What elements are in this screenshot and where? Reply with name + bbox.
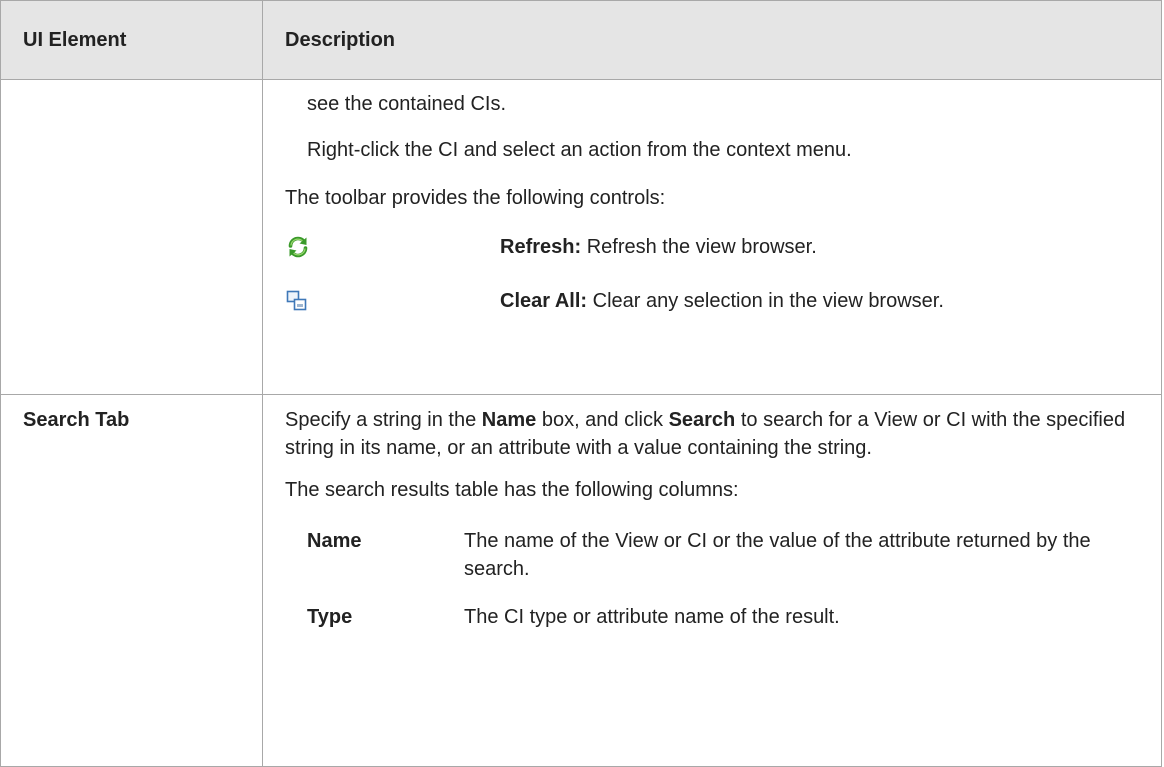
table-row: Search Tab Specify a string in the Name … xyxy=(0,394,1162,767)
clear-all-label: Clear All: xyxy=(500,290,588,312)
clear-all-description: Clear All: Clear any selection in the vi… xyxy=(500,287,944,315)
toolbar-intro: The toolbar provides the following contr… xyxy=(285,187,666,209)
clear-all-text: Clear any selection in the view browser. xyxy=(587,290,944,312)
refresh-text: Refresh the view browser. xyxy=(581,236,817,258)
refresh-description: Refresh: Refresh the view browser. xyxy=(500,233,817,261)
row2-element-cell: Search Tab xyxy=(0,394,263,767)
column-type-description: The CI type or attribute name of the res… xyxy=(464,606,840,628)
toolbar-control-clear-all: Clear All: Clear any selection in the vi… xyxy=(285,287,1161,315)
toolbar-control-refresh: Refresh: Refresh the view browser. xyxy=(285,233,1161,261)
row1-line2: Right-click the CI and select an action … xyxy=(307,139,852,161)
header-description: Description xyxy=(262,0,1162,80)
column-name-description: The name of the View or CI or the value … xyxy=(464,530,1091,580)
table-row: see the contained CIs. Right-click the C… xyxy=(0,79,1162,395)
clear-all-icon xyxy=(285,290,500,312)
desc-text: box, and click xyxy=(536,409,669,431)
name-box-label: Name xyxy=(481,409,537,431)
row1-description-cell: see the contained CIs. Right-click the C… xyxy=(262,79,1162,395)
refresh-icon xyxy=(285,235,500,259)
columns-intro: The search results table has the followi… xyxy=(285,479,739,501)
search-results-columns: Name The name of the View or CI or the v… xyxy=(285,527,1161,631)
row1-line1: see the contained CIs. xyxy=(307,93,507,115)
search-tab-description: Specify a string in the Name box, and cl… xyxy=(285,395,1161,462)
list-item: Type The CI type or attribute name of th… xyxy=(285,603,1161,631)
ui-element-table: UI Element Description see the contained… xyxy=(0,0,1162,767)
row1-element-cell xyxy=(0,79,263,395)
desc-text: Specify a string in the xyxy=(285,409,482,431)
search-label: Search xyxy=(668,409,736,431)
column-name-name: Name xyxy=(307,530,362,552)
column-type-name: Type xyxy=(307,606,353,628)
row2-description-cell: Specify a string in the Name box, and cl… xyxy=(262,394,1162,767)
list-item: Name The name of the View or CI or the v… xyxy=(285,527,1161,583)
header-ui-element: UI Element xyxy=(0,0,263,80)
table-header-row: UI Element Description xyxy=(0,0,1162,80)
refresh-label: Refresh: xyxy=(500,236,582,258)
